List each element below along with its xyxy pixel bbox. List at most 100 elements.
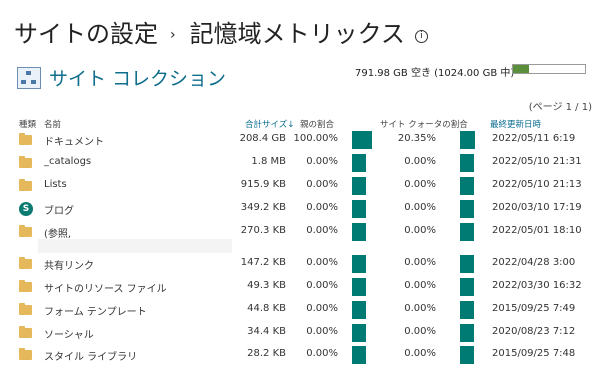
quota-pct-bar	[460, 154, 474, 172]
row-name[interactable]: サイトのリソース ファイル	[44, 280, 167, 295]
row-size: 49.3 KB	[247, 280, 286, 291]
folder-icon	[19, 225, 32, 237]
row-name[interactable]: ブログ	[44, 202, 74, 217]
info-icon[interactable]: i	[414, 30, 428, 43]
row-quota-pct: 0.00%	[404, 179, 436, 190]
quota-pct-bar	[460, 223, 474, 241]
page-title: サイトの設定 › 記憶域メトリックス i	[14, 14, 428, 49]
row-name[interactable]: フォーム テンプレート	[44, 303, 147, 318]
row-modified: 2020/08/23 7:12	[492, 326, 576, 337]
row-modified: 2022/04/28 3:00	[492, 257, 576, 268]
folder-icon	[19, 348, 32, 360]
breadcrumb-site-settings[interactable]: サイトの設定	[14, 20, 158, 48]
row-name[interactable]: (参照,	[44, 225, 71, 240]
column-header-parent-pct: 親の割合	[300, 120, 335, 130]
row-quota-pct: 0.00%	[404, 280, 436, 291]
row-name[interactable]: 共有リンク	[44, 257, 94, 272]
row-parent-pct: 0.00%	[306, 179, 338, 190]
row-name[interactable]: Lists	[44, 179, 67, 190]
row-quota-pct: 0.00%	[404, 202, 436, 213]
row-modified: 2015/09/25 7:48	[492, 348, 576, 359]
parent-pct-bar	[352, 223, 366, 241]
quota-pct-bar	[460, 177, 474, 195]
site-collection-label[interactable]: サイト コレクション	[49, 64, 226, 91]
table-row: S ブログ 349.2 KB 0.00% 0.00% 2020/03/10 17…	[0, 200, 600, 220]
table-row: _catalogs 1.8 MB 0.00% 0.00% 2022/05/10 …	[0, 154, 600, 174]
row-quota-pct: 0.00%	[404, 348, 436, 359]
row-parent-pct: 0.00%	[306, 303, 338, 314]
table-row: スタイル ライブラリ 28.2 KB 0.00% 0.00% 2015/09/2…	[0, 346, 600, 366]
folder-icon	[19, 280, 32, 292]
parent-pct-bar	[352, 346, 366, 364]
folder-icon	[19, 303, 32, 315]
folder-icon	[19, 257, 32, 269]
row-parent-pct: 0.00%	[306, 202, 338, 213]
quota-pct-bar	[460, 200, 474, 218]
table-row: Lists 915.9 KB 0.00% 0.00% 2022/05/10 21…	[0, 177, 600, 197]
row-size: 208.4 GB	[239, 133, 286, 144]
row-size: 28.2 KB	[247, 348, 286, 359]
parent-pct-bar	[352, 301, 366, 319]
row-parent-pct: 0.00%	[306, 225, 338, 236]
site-collection-icon	[17, 66, 41, 89]
row-modified: 2022/05/10 21:13	[492, 179, 582, 190]
quota-text: 791.98 GB 空き (1024.00 GB 中)	[355, 68, 515, 79]
table-row: フォーム テンプレート 44.8 KB 0.00% 0.00% 2015/09/…	[0, 301, 600, 321]
row-size: 1.8 MB	[251, 156, 286, 167]
quota-pct-bar	[460, 324, 474, 342]
row-quota-pct: 20.35%	[397, 133, 436, 144]
table-row: (参照, 270.3 KB 0.00% 0.00% 2022/05/01 18:…	[0, 223, 600, 253]
parent-pct-bar	[352, 177, 366, 195]
table-row: ドキュメント 208.4 GB 100.00% 20.35% 2022/05/1…	[0, 131, 600, 151]
table-row: 共有リンク 147.2 KB 0.00% 0.00% 2022/04/28 3:…	[0, 255, 600, 275]
quota-pct-bar	[460, 131, 476, 149]
row-quota-pct: 0.00%	[404, 257, 436, 268]
row-modified: 2020/03/10 17:19	[492, 202, 582, 213]
row-name[interactable]: ドキュメント	[44, 133, 104, 148]
breadcrumb-storage-metrics: 記憶域メトリックス	[189, 20, 405, 48]
folder-icon	[19, 326, 32, 338]
row-quota-pct: 0.00%	[404, 326, 436, 337]
pagination: (ページ 1 / 1)	[528, 102, 592, 113]
row-name[interactable]: _catalogs	[44, 156, 91, 167]
row-parent-pct: 0.00%	[306, 156, 338, 167]
quota-bar-fill	[513, 65, 530, 73]
row-size: 147.2 KB	[240, 257, 286, 268]
folder-icon	[19, 156, 32, 168]
row-parent-pct: 100.00%	[293, 133, 339, 144]
quota-pct-bar	[460, 346, 474, 364]
row-modified: 2022/03/30 16:32	[492, 280, 582, 291]
parent-pct-bar	[352, 200, 366, 218]
row-size: 34.4 KB	[247, 326, 286, 337]
column-header-modified[interactable]: 最終更新日時	[490, 118, 541, 130]
row-quota-pct: 0.00%	[404, 225, 436, 236]
parent-pct-bar	[352, 278, 366, 296]
row-quota-pct: 0.00%	[404, 303, 436, 314]
sharepoint-site-icon: S	[19, 202, 33, 216]
row-name[interactable]: スタイル ライブラリ	[44, 348, 137, 363]
quota-pct-bar	[460, 278, 474, 296]
parent-pct-bar	[352, 131, 372, 149]
row-modified: 2022/05/10 21:31	[492, 156, 582, 167]
folder-icon	[19, 179, 32, 191]
row-name[interactable]: ソーシャル	[44, 326, 94, 341]
row-parent-pct: 0.00%	[306, 326, 338, 337]
row-parent-pct: 0.00%	[306, 280, 338, 291]
row-modified: 2015/09/25 7:49	[492, 303, 576, 314]
row-parent-pct: 0.00%	[306, 348, 338, 359]
row-modified: 2022/05/11 6:19	[492, 133, 576, 144]
row-quota-pct: 0.00%	[404, 156, 436, 167]
column-header-quota-pct: サイト クォータの割合	[380, 120, 468, 130]
redaction-block	[38, 239, 232, 253]
column-header-total-size[interactable]: 合計サイズ↓	[245, 118, 294, 130]
row-size: 270.3 KB	[240, 225, 286, 236]
site-collection-header: サイト コレクション	[17, 64, 226, 91]
column-header-name: 名前	[44, 120, 62, 130]
row-size: 349.2 KB	[240, 202, 286, 213]
breadcrumb-separator: ›	[170, 27, 176, 43]
row-size: 44.8 KB	[247, 303, 286, 314]
parent-pct-bar	[352, 255, 366, 273]
parent-pct-bar	[352, 154, 366, 172]
quota-pct-bar	[460, 255, 474, 273]
row-modified: 2022/05/01 18:10	[492, 225, 582, 236]
